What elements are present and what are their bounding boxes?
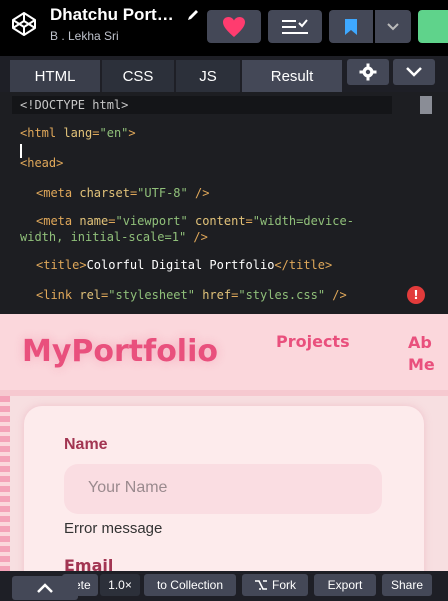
nav-divider (0, 390, 448, 396)
result-preview: MyPortfolio Projects Ab Me Name Your Name… (0, 314, 448, 601)
add-to-collection-button[interactable]: to Collection (144, 574, 236, 596)
save-button[interactable] (418, 10, 448, 43)
heart-icon (223, 16, 245, 37)
nav-link-about[interactable]: Ab Me (408, 332, 435, 376)
code-line-5-wrap: width, initial-scale=1" /> (20, 230, 208, 244)
name-input[interactable]: Your Name (64, 464, 382, 514)
codepen-logo-icon[interactable] (10, 10, 38, 38)
chevron-down-icon (406, 67, 422, 77)
code-line-2: <html lang="en"> (20, 126, 136, 140)
code-editor[interactable]: <!DOCTYPE html> <html lang="en"> <head> … (0, 92, 448, 314)
code-line-6: <title>Colorful Digital Portfolio</title… (36, 258, 333, 272)
error-alert-icon[interactable]: ! (407, 286, 425, 304)
pencil-icon[interactable] (186, 7, 200, 21)
zoom-level[interactable]: 1.0× (100, 574, 140, 596)
author-name[interactable]: B . Lekha Sri (50, 29, 119, 43)
list-icon (282, 18, 308, 34)
like-button[interactable] (207, 10, 261, 43)
pen-info-button[interactable] (268, 10, 322, 43)
scrollbar-thumb[interactable] (420, 96, 432, 114)
tab-html[interactable]: HTML (10, 60, 100, 92)
share-button[interactable]: Share (382, 574, 432, 596)
site-navbar: MyPortfolio Projects Ab Me (0, 314, 448, 390)
error-message: Error message (64, 520, 163, 537)
tab-css[interactable]: CSS (102, 60, 174, 92)
chevron-up-icon (37, 583, 53, 593)
bookmark-button[interactable] (329, 10, 373, 43)
fork-icon (255, 580, 267, 590)
site-brand[interactable]: MyPortfolio (22, 334, 218, 369)
bookmark-icon (345, 18, 357, 35)
code-line-5: <meta name="viewport" content="width=dev… (36, 214, 354, 228)
settings-button[interactable] (347, 59, 389, 85)
expand-up-button[interactable] (12, 576, 78, 600)
code-line-3: <head> (20, 156, 64, 170)
editor-options-button[interactable] (393, 59, 435, 85)
code-line-7: <link rel="stylesheet" href="styles.css"… (36, 288, 347, 302)
code-line-1: <!DOCTYPE html> (20, 98, 129, 112)
name-label: Name (64, 436, 108, 453)
bookmark-dropdown[interactable] (375, 10, 411, 43)
export-button[interactable]: Export (314, 574, 376, 596)
chevron-down-icon (387, 22, 399, 30)
app-header: Dhatchu Port… B . Lekha Sri (0, 0, 448, 56)
code-line-4: <meta charset="UTF-8" /> (36, 186, 210, 200)
nav-link-projects[interactable]: Projects (276, 332, 350, 351)
fork-button[interactable]: Fork (242, 574, 308, 596)
pen-title[interactable]: Dhatchu Port… (50, 5, 174, 25)
tab-result[interactable]: Result (242, 60, 342, 92)
gear-icon (359, 63, 377, 81)
tab-js[interactable]: JS (176, 60, 240, 92)
